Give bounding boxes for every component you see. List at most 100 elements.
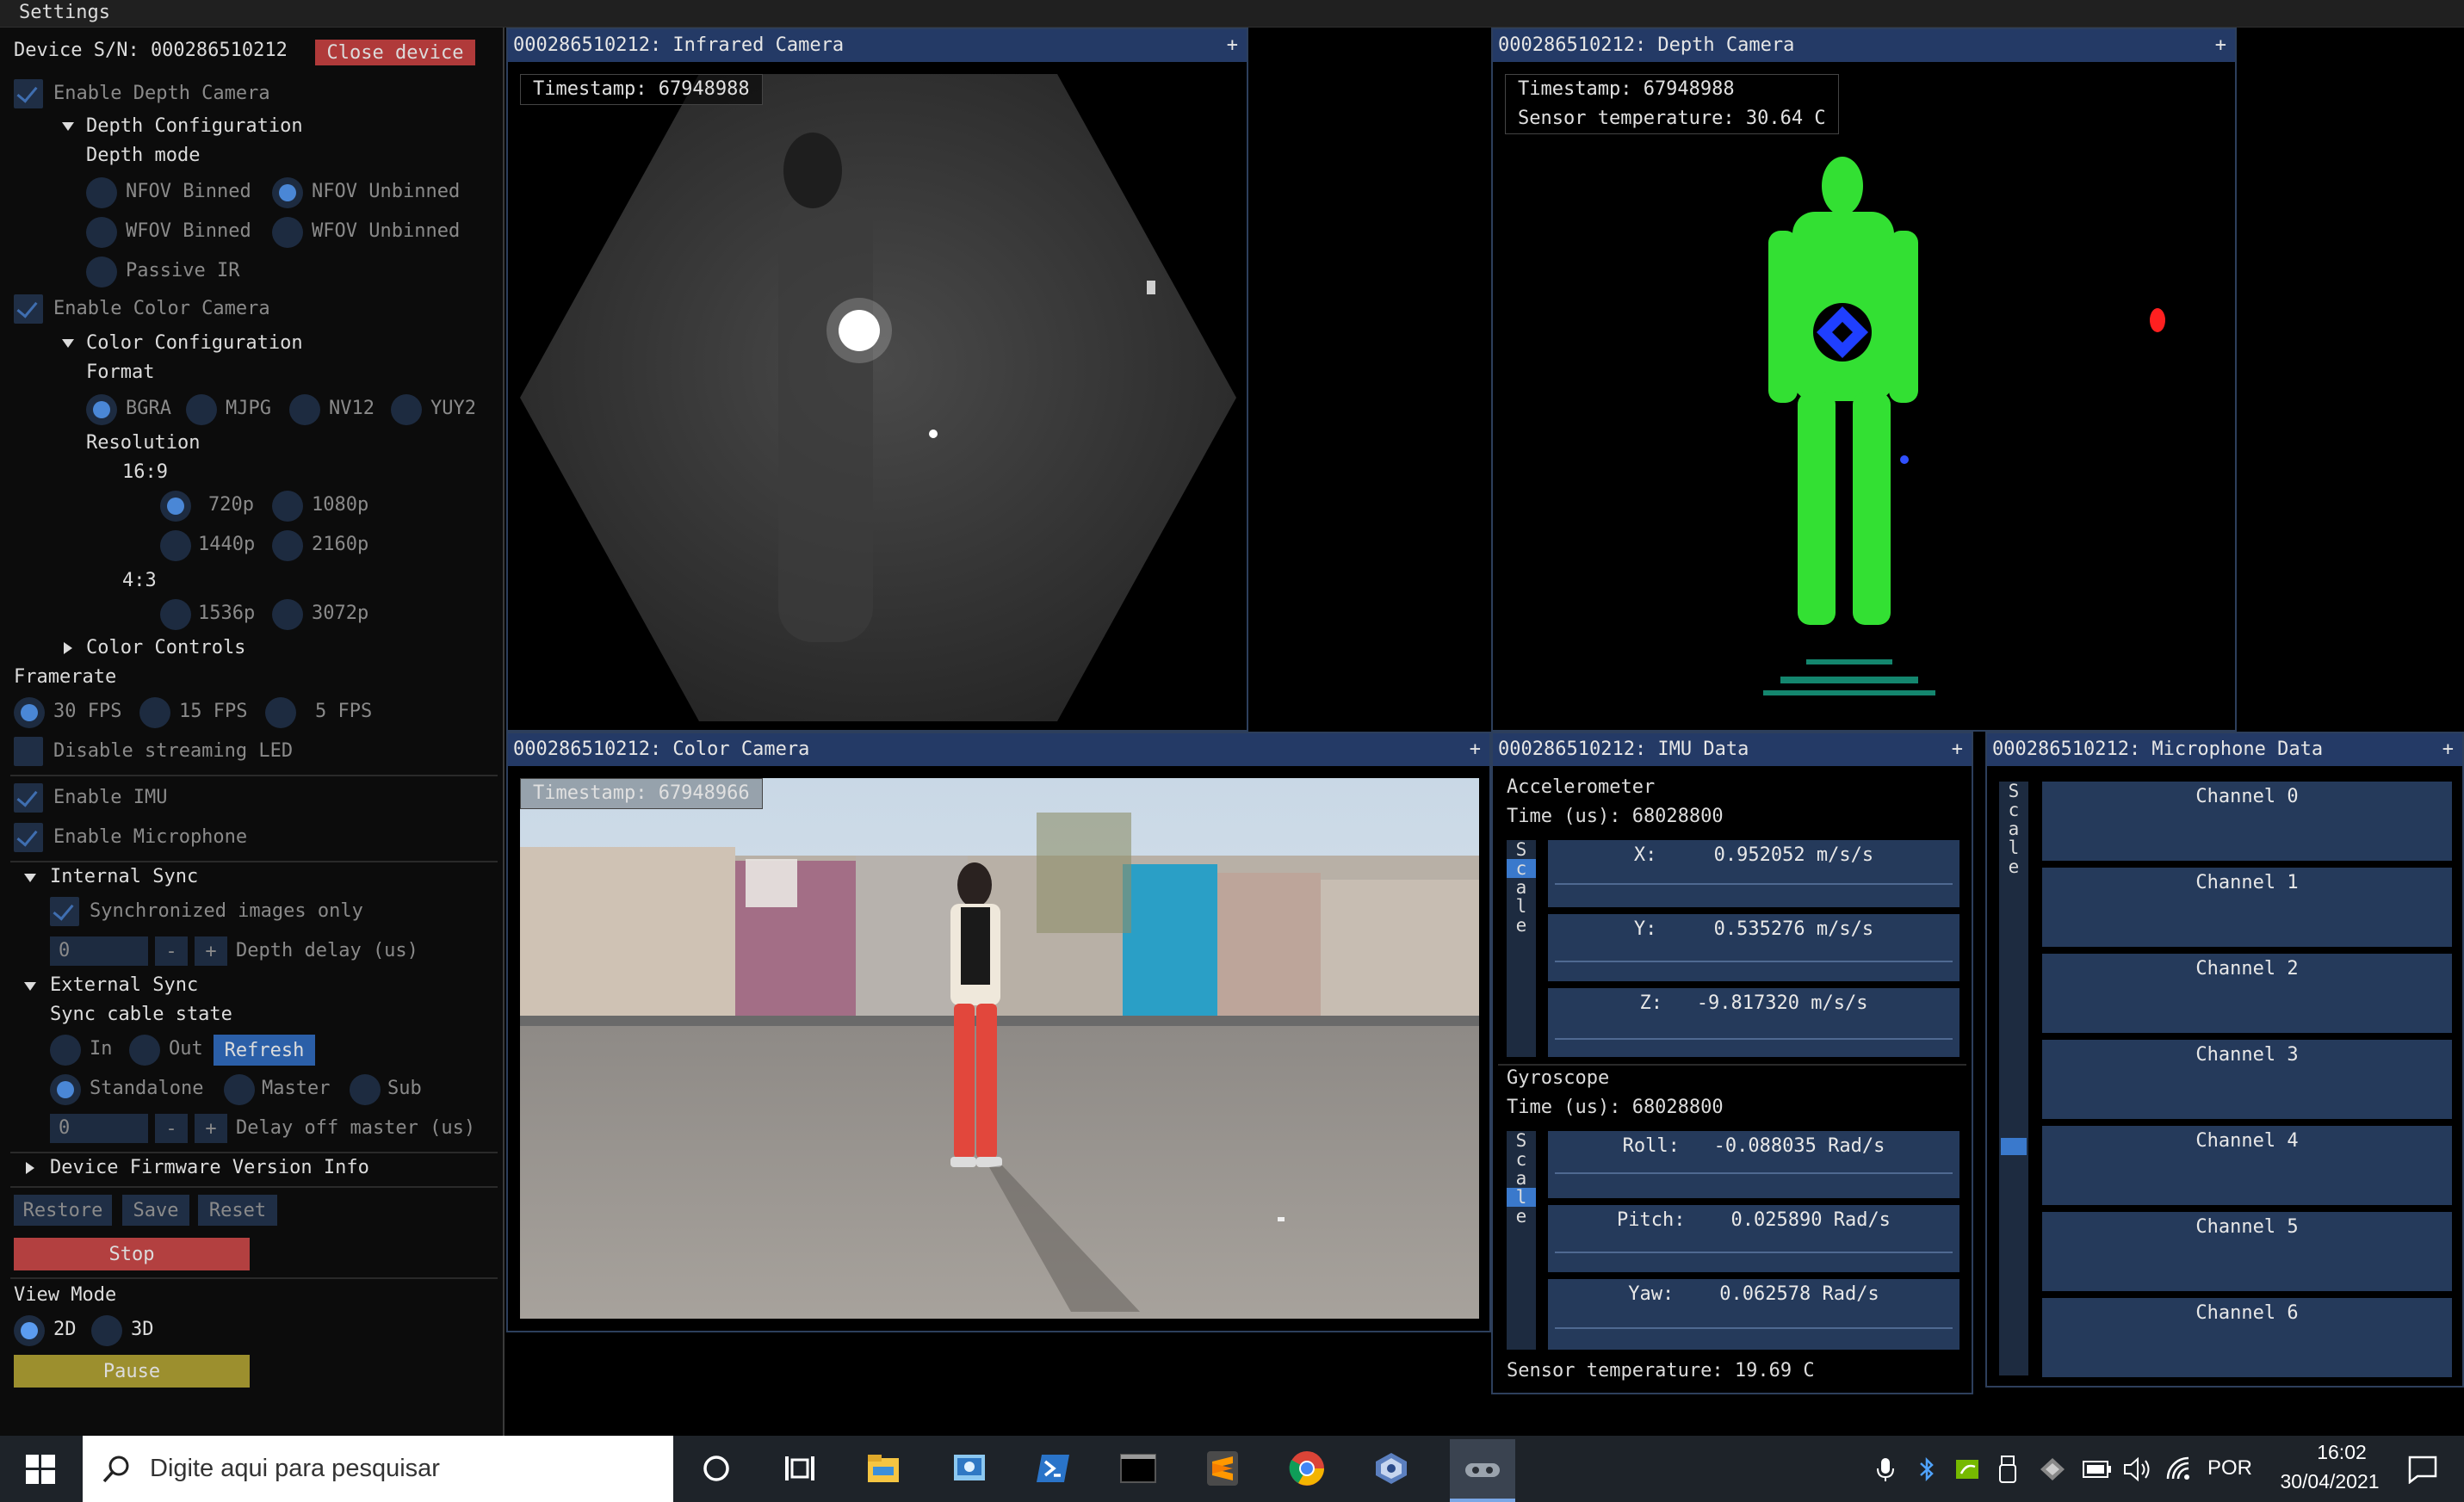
enable-depth-checkbox[interactable] [14,79,43,108]
sublime-text-icon[interactable] [1204,1449,1241,1487]
internal-sync-header[interactable]: Internal Sync [50,866,198,888]
azure-kinect-viewer-icon[interactable] [1464,1453,1501,1487]
depth-mode-nfov-binned-radio[interactable] [86,177,117,208]
infrared-window-title[interactable]: 000286510212: Infrared Camera [508,29,1247,62]
usb-device-icon[interactable] [1997,1455,2018,1484]
mic-scale-slider[interactable]: S c a l e [1999,782,2028,1375]
depth-delay-plus-button[interactable]: + [195,936,227,966]
cortana-icon[interactable] [697,1449,735,1487]
sync-standalone-radio[interactable] [50,1074,81,1105]
input-language[interactable]: POR [2207,1456,2252,1480]
res-1536p-radio[interactable] [160,599,191,630]
depth-window-title[interactable]: 000286510212: Depth Camera [1493,29,2235,62]
res-720p-radio[interactable] [160,491,191,522]
chrome-icon[interactable] [1288,1449,1326,1487]
clock-date[interactable]: 30/04/2021 [2269,1470,2390,1493]
microphone-icon[interactable] [1875,1456,1896,1482]
depth-config-expand-icon[interactable] [62,122,74,131]
depth-config-header[interactable]: Depth Configuration [86,115,303,138]
fps-5-radio[interactable] [265,697,296,728]
task-view-icon[interactable] [780,1449,818,1487]
sync-images-checkbox[interactable] [50,897,79,926]
mic-window-expand-icon[interactable]: + [2442,733,2454,766]
taskbar-search-box[interactable]: Digite aqui para pesquisar [83,1436,673,1502]
microphone-data-window[interactable]: 000286510212: Microphone Data + S c a l … [1985,732,2464,1388]
depth-mode-nfov-unbinned-radio[interactable] [272,177,303,208]
format-yuy2-radio[interactable] [391,394,422,425]
close-device-button[interactable]: Close device [315,40,475,65]
depth-mode-wfov-unbinned-radio[interactable] [272,217,303,248]
depth-mode-label-3: WFOV Unbinned [312,220,461,242]
color-controls-expand-icon[interactable] [64,642,72,654]
master-delay-plus-button[interactable]: + [195,1114,227,1143]
clock-time[interactable]: 16:02 [2299,1441,2385,1464]
refresh-button[interactable]: Refresh [214,1035,315,1066]
depth-delay-input[interactable]: 0 [50,936,148,966]
master-delay-input[interactable]: 0 [50,1114,148,1143]
depth-mode-label-4: Passive IR [126,260,240,281]
firmware-info-header[interactable]: Device Firmware Version Info [50,1157,369,1179]
control-panel-icon[interactable] [950,1449,988,1487]
res-1440p-radio[interactable] [160,530,191,561]
res-2160p-radio[interactable] [272,530,303,561]
bluetooth-icon[interactable] [1918,1456,1935,1482]
color-controls-header[interactable]: Color Controls [86,637,245,659]
save-button[interactable]: Save [122,1195,189,1226]
network-adapter-icon[interactable] [2039,1456,2066,1482]
format-mjpg-radio[interactable] [186,394,217,425]
pause-button[interactable]: Pause [14,1355,250,1388]
fps-30-radio[interactable] [14,697,45,728]
enable-mic-checkbox[interactable] [14,823,43,852]
restore-button[interactable]: Restore [14,1195,112,1226]
master-delay-minus-button[interactable]: - [155,1114,188,1143]
fps-15-radio[interactable] [139,697,170,728]
res-3072p-radio[interactable] [272,599,303,630]
nvidia-icon[interactable] [1954,1456,1980,1482]
format-bgra-radio[interactable] [86,394,117,425]
depth-delay-minus-button[interactable]: - [155,936,188,966]
terminal-icon[interactable] [1119,1449,1157,1487]
infrared-window-expand-icon[interactable]: + [1227,29,1238,62]
azure-kinect-icon[interactable] [1372,1449,1410,1487]
volume-icon[interactable] [2123,1456,2152,1482]
file-explorer-icon[interactable] [864,1449,902,1487]
stop-button[interactable]: Stop [14,1238,250,1270]
external-sync-expand-icon[interactable] [24,982,36,991]
wifi-icon[interactable] [2166,1456,2194,1482]
color-camera-window[interactable]: 000286510212: Color Camera + Timestamp: … [506,732,1491,1332]
active-app-tile[interactable] [1450,1439,1515,1499]
mic-scale-handle[interactable] [2001,1138,2027,1155]
format-nv12-radio[interactable] [289,394,320,425]
powershell-icon[interactable] [1035,1449,1073,1487]
enable-color-checkbox[interactable] [14,294,43,324]
internal-sync-expand-icon[interactable] [24,874,36,882]
depth-mode-wfov-binned-radio[interactable] [86,217,117,248]
gyroscope-scale-slider[interactable]: S c a l e [1507,1131,1536,1350]
color-config-header[interactable]: Color Configuration [86,332,303,355]
firmware-expand-icon[interactable] [26,1162,34,1174]
notifications-icon[interactable] [2407,1455,2438,1484]
res-1080p-radio[interactable] [272,491,303,522]
reset-button[interactable]: Reset [198,1195,277,1226]
imu-window-expand-icon[interactable]: + [1952,733,1963,766]
imu-window-title[interactable]: 000286510212: IMU Data [1493,733,1972,766]
enable-imu-checkbox[interactable] [14,783,43,813]
color-window-title[interactable]: 000286510212: Color Camera [508,733,1489,766]
imu-data-window[interactable]: 000286510212: IMU Data + Accelerometer T… [1491,732,1973,1394]
view-2d-radio[interactable] [14,1315,45,1346]
battery-icon[interactable] [2082,1460,2113,1479]
sync-sub-radio[interactable] [350,1074,381,1105]
sync-master-radio[interactable] [224,1074,255,1105]
depth-window-expand-icon[interactable]: + [2215,29,2226,62]
external-sync-header[interactable]: External Sync [50,974,198,997]
mic-window-title[interactable]: 000286510212: Microphone Data [1987,733,2462,766]
windows-start-icon[interactable] [26,1455,55,1484]
depth-mode-passive-ir-radio[interactable] [86,257,117,287]
color-window-expand-icon[interactable]: + [1470,733,1481,766]
depth-camera-window[interactable]: 000286510212: Depth Camera + Timestamp: … [1491,28,2237,732]
color-config-expand-icon[interactable] [62,339,74,348]
view-3d-radio[interactable] [91,1315,122,1346]
infrared-camera-window[interactable]: 000286510212: Infrared Camera + Timestam… [506,28,1248,732]
accelerometer-scale-slider[interactable]: S c a l e [1507,840,1536,1057]
disable-led-checkbox[interactable] [14,737,43,766]
